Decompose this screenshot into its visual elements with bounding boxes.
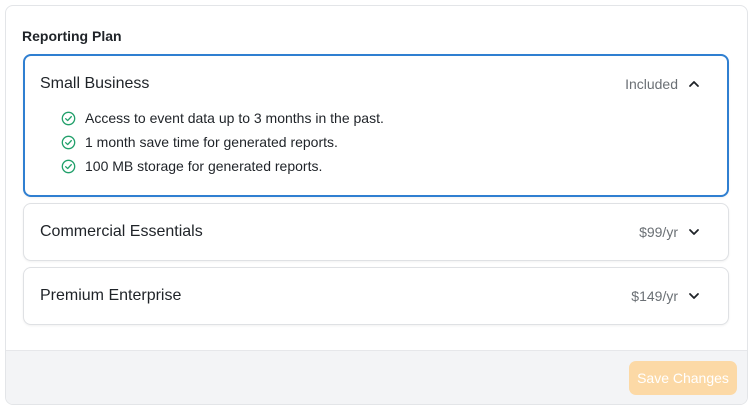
chevron-down-icon[interactable]: [688, 290, 700, 302]
section-title: Reporting Plan: [22, 28, 122, 44]
feature-item: Access to event data up to 3 months in t…: [61, 106, 727, 130]
feature-text: Access to event data up to 3 months in t…: [85, 110, 384, 126]
plan-price: $99/yr: [639, 224, 678, 240]
plan-option-header[interactable]: Commercial Essentials $99/yr: [24, 204, 728, 260]
card-footer: Save Changes: [6, 350, 747, 404]
reporting-plan-card: Reporting Plan Small Business Included A…: [5, 5, 748, 405]
feature-item: 1 month save time for generated reports.: [61, 130, 727, 154]
plan-option-commercial-essentials[interactable]: Commercial Essentials $99/yr: [23, 203, 729, 261]
plan-option-small-business[interactable]: Small Business Included Access to event …: [23, 54, 729, 197]
feature-text: 1 month save time for generated reports.: [85, 134, 338, 150]
check-circle-icon: [61, 111, 76, 125]
plan-price: $149/yr: [631, 288, 678, 304]
feature-text: 100 MB storage for generated reports.: [85, 158, 323, 174]
feature-list: Access to event data up to 3 months in t…: [25, 106, 727, 178]
check-circle-icon: [61, 159, 76, 173]
plan-name: Small Business: [40, 75, 150, 92]
chevron-up-icon[interactable]: [688, 78, 700, 90]
plan-option-header[interactable]: Small Business Included: [25, 56, 727, 112]
chevron-down-icon[interactable]: [688, 226, 700, 238]
plan-option-header[interactable]: Premium Enterprise $149/yr: [24, 268, 728, 324]
plan-price: Included: [625, 76, 678, 92]
plan-name: Premium Enterprise: [40, 287, 182, 304]
plan-option-premium-enterprise[interactable]: Premium Enterprise $149/yr: [23, 267, 729, 325]
save-changes-button[interactable]: Save Changes: [629, 361, 737, 395]
plan-name: Commercial Essentials: [40, 223, 203, 240]
check-circle-icon: [61, 135, 76, 149]
feature-item: 100 MB storage for generated reports.: [61, 154, 727, 178]
